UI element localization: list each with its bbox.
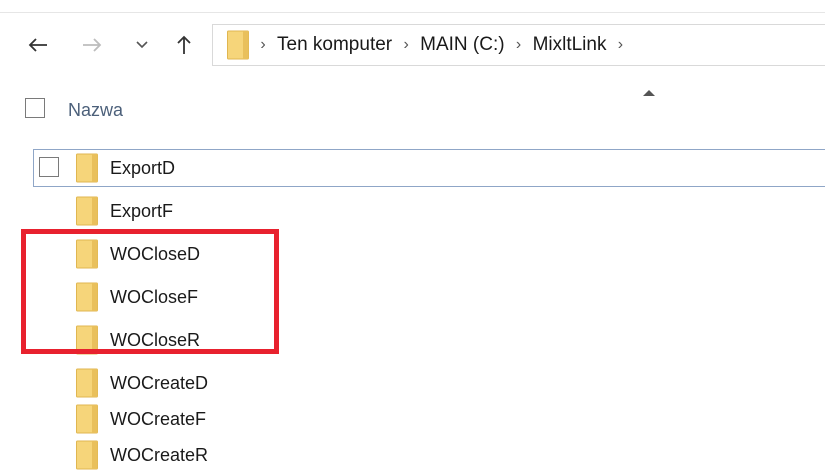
folder-icon (76, 404, 98, 434)
item-name: WOCreateF (110, 409, 207, 429)
folder-icon (76, 239, 98, 269)
item-name: WOCloseF (110, 287, 199, 307)
breadcrumb-drive[interactable]: MAIN (C:) (420, 34, 504, 56)
folder-icon (76, 153, 98, 183)
column-header: Nazwa (0, 90, 825, 130)
arrow-right-icon (83, 38, 102, 52)
item-name: WOCreateR (110, 445, 209, 465)
folder-icon (76, 196, 98, 226)
breadcrumb-separator[interactable]: › (392, 37, 420, 53)
list-item-wocreater[interactable]: WOCreateR (0, 436, 825, 474)
breadcrumb-separator: › (260, 36, 266, 53)
arrow-left-icon (28, 38, 47, 52)
recent-locations-button[interactable] (134, 30, 150, 60)
folder-icon (76, 282, 98, 312)
folder-icon (76, 368, 98, 398)
arrow-up-icon (177, 35, 191, 54)
forward-button[interactable] (80, 30, 104, 60)
item-name: WOCloseR (110, 330, 201, 350)
select-all-checkbox[interactable] (25, 98, 45, 118)
chevron-down-icon (136, 41, 148, 49)
item-checkbox[interactable] (39, 157, 59, 177)
breadcrumb-folder[interactable]: MixltLink (533, 34, 607, 56)
folder-icon (227, 30, 249, 60)
list-item-woclosed[interactable]: WOCloseD (0, 235, 825, 273)
list-item-wocreatef[interactable]: WOCreateF (0, 400, 825, 438)
item-name: WOCloseD (110, 244, 201, 264)
list-item-wocreated[interactable]: WOCreateD (0, 364, 825, 402)
address-bar[interactable]: › Ten komputer › MAIN (C:) › MixltLink › (212, 24, 825, 66)
sort-ascending-icon (643, 90, 655, 96)
list-item-wocloser[interactable]: WOCloseR (0, 321, 825, 359)
breadcrumb-separator[interactable]: › (505, 37, 533, 53)
item-name: WOCreateD (110, 373, 209, 393)
top-divider (0, 12, 825, 13)
item-name: ExportD (110, 158, 176, 178)
breadcrumb-this-pc[interactable]: Ten komputer (277, 34, 392, 56)
list-item-exportf[interactable]: ExportF (0, 192, 825, 230)
folder-icon (76, 440, 98, 470)
item-name: ExportF (110, 201, 174, 221)
up-button[interactable] (174, 30, 194, 60)
list-item-woclosef[interactable]: WOCloseF (0, 278, 825, 316)
column-header-name[interactable]: Nazwa (68, 100, 123, 121)
folder-icon (76, 325, 98, 355)
back-button[interactable] (26, 30, 50, 60)
list-item-exportd[interactable]: ExportD (0, 149, 825, 187)
breadcrumb-separator[interactable]: › (606, 37, 634, 53)
